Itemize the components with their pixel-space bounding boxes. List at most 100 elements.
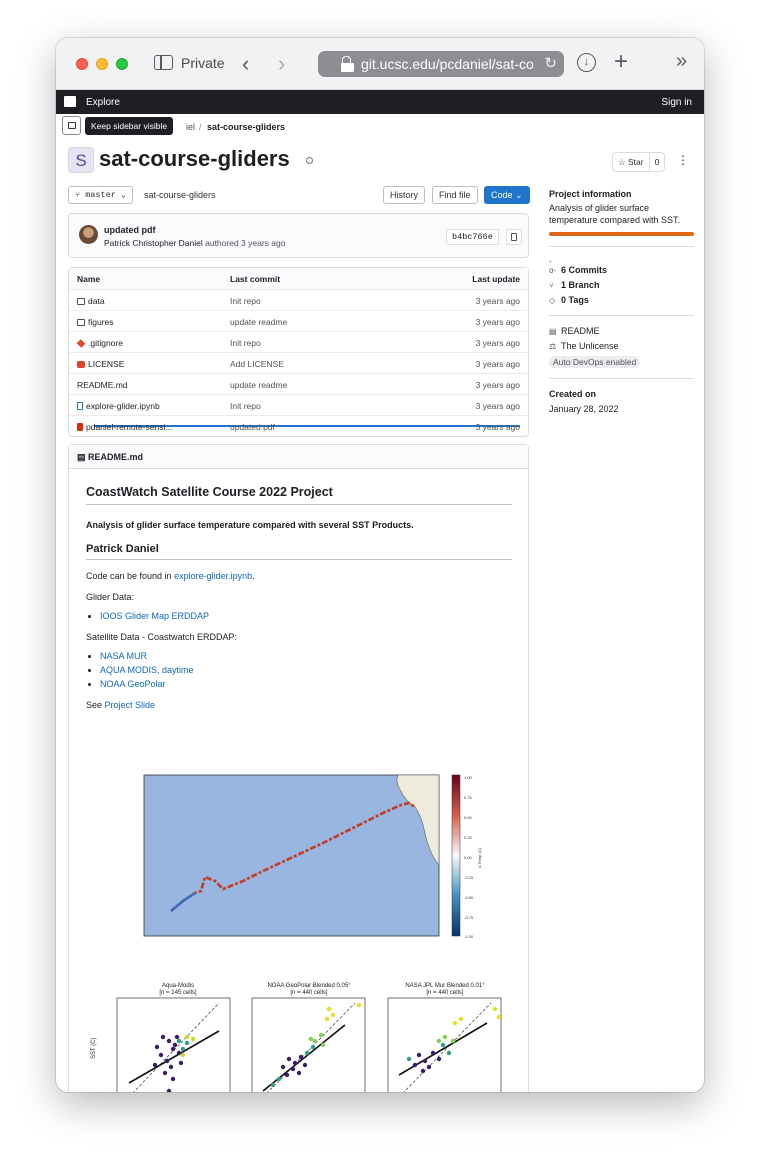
download-icon[interactable]: ↓: [577, 53, 596, 72]
table-row[interactable]: LICENSE Add LICENSE 3 years ago: [69, 352, 528, 373]
document-icon: ▤: [549, 327, 557, 336]
commit-message[interactable]: Add LICENSE: [230, 359, 284, 369]
readme-filename[interactable]: README.md: [88, 452, 143, 462]
file-name[interactable]: figures: [88, 317, 114, 327]
license-link[interactable]: ⚖ The Unlicense: [549, 341, 694, 351]
minimize-window-button[interactable]: [96, 58, 108, 70]
project-slide-link[interactable]: Project Slide: [105, 700, 156, 710]
table-row[interactable]: README.md update readme 3 years ago: [69, 373, 528, 427]
star-label[interactable]: ☆ Star: [613, 153, 649, 171]
updated-time: 3 years ago: [475, 317, 520, 327]
table-row[interactable]: data Init repo 3 years ago: [69, 289, 528, 310]
ocean-area: [143, 774, 440, 937]
plot-subtitle: [n = 440 cells]: [426, 990, 464, 996]
file-name[interactable]: explore-glider.ipynb: [86, 401, 160, 411]
commit-title[interactable]: updated pdf: [104, 225, 156, 235]
auto-devops-badge[interactable]: Auto DevOps enabled: [549, 356, 641, 368]
file-name[interactable]: .gitignore: [88, 338, 123, 348]
file-name[interactable]: README.md: [77, 380, 128, 390]
colorbar-tick: -0.25: [464, 875, 474, 880]
nasa-mur-link[interactable]: NASA MUR: [100, 651, 147, 661]
scale-icon: ⚖: [549, 342, 557, 351]
scatter-aqua-modis: Aqua-Modis [n = 145 cells] SST (C): [91, 983, 231, 1092]
branch-icon: ⑂: [549, 281, 554, 290]
address-bar[interactable]: git.ucsc.edu/pcdaniel/sat-co ↻: [318, 51, 564, 77]
star-count[interactable]: 0: [648, 153, 665, 171]
readme-title: CoastWatch Satellite Course 2022 Project: [86, 485, 512, 505]
commit-author[interactable]: Patrick Christopher Daniel: [104, 238, 203, 248]
readme-link[interactable]: ▤ README: [549, 326, 694, 336]
colorbar-tick: 0.00: [464, 855, 473, 860]
file-name[interactable]: data: [88, 296, 105, 306]
branches-link[interactable]: ⑂ 1 Branch: [549, 280, 694, 290]
table-row[interactable]: explore-glider.ipynb Init repo 3 years a…: [69, 394, 528, 415]
commits-link[interactable]: -o- 6 Commits: [549, 257, 694, 275]
tags-link[interactable]: ◇ 0 Tags: [549, 295, 694, 305]
commit-message[interactable]: Init repo: [230, 296, 261, 306]
globe-icon: [306, 157, 313, 164]
url-text[interactable]: git.ucsc.edu/pcdaniel/sat-co: [361, 56, 534, 72]
commit-message[interactable]: Init repo: [230, 338, 261, 348]
sidebar-icon: [68, 122, 76, 129]
commit-message[interactable]: update readme: [230, 317, 287, 327]
code-paragraph: Code can be found in explore-glider.ipyn…: [86, 571, 255, 581]
project-info-heading: Project information: [549, 189, 632, 199]
commit-sha[interactable]: b4bc766e: [446, 229, 499, 245]
commit-message[interactable]: update readme: [230, 380, 287, 390]
breadcrumb-separator: /: [199, 122, 202, 132]
back-arrow-icon[interactable]: ‹: [242, 51, 249, 77]
breadcrumb-user[interactable]: iel: [186, 122, 195, 132]
colorbar-tick: 0.25: [464, 835, 473, 840]
glider-map-link[interactable]: IOOS Glider Map ERDDAP: [100, 611, 209, 621]
updated-time: 3 years ago: [475, 380, 520, 390]
sidebar-toggle-button[interactable]: [62, 116, 81, 135]
updated-time: 3 years ago: [475, 422, 520, 432]
notebook-icon: [77, 402, 83, 410]
star-button[interactable]: ☆ Star 0: [612, 152, 666, 172]
list-item: NASA MUR: [100, 651, 512, 661]
breadcrumb-project[interactable]: sat-course-gliders: [207, 122, 285, 132]
plot-title: NASA JPL Mur Blended 0.01°: [405, 983, 485, 989]
more-actions-icon[interactable]: ⋮: [677, 153, 689, 167]
commit-message[interactable]: updated pdf: [230, 422, 275, 432]
language-bar[interactable]: [549, 232, 694, 236]
plot-subtitle: [n = 145 cells]: [159, 990, 197, 996]
branch-dropdown[interactable]: ⑂ master ⌄: [68, 186, 134, 204]
glider-heading: Glider Data:: [86, 592, 135, 602]
browser-sidebar-icon[interactable]: [154, 55, 173, 70]
folder-icon: [77, 319, 85, 326]
license-icon: [77, 361, 85, 368]
sign-in-link[interactable]: Sign in: [661, 97, 692, 108]
table-row[interactable]: figures update readme 3 years ago: [69, 310, 528, 331]
notebook-link[interactable]: explore-glider.ipynb: [174, 571, 252, 581]
updated-time: 3 years ago: [475, 401, 520, 411]
table-row[interactable]: .gitignore Init repo 3 years ago: [69, 331, 528, 352]
author-avatar[interactable]: [79, 225, 98, 244]
noaa-geopolar-link[interactable]: NOAA GeoPolar: [100, 679, 166, 689]
file-name[interactable]: pdaniel-remote-sensi...: [86, 422, 172, 432]
new-tab-icon[interactable]: +: [614, 48, 628, 76]
plot-title: Aqua-Modis: [162, 983, 194, 989]
history-button[interactable]: History: [383, 186, 426, 204]
table-row[interactable]: pdaniel-remote-sensi... updated pdf 3 ye…: [69, 415, 528, 436]
code-dropdown-button[interactable]: Code ⌄: [484, 186, 530, 204]
reload-icon[interactable]: ↻: [544, 54, 557, 72]
file-name[interactable]: LICENSE: [88, 359, 124, 369]
y-axis-label: SST (C): [91, 1037, 97, 1059]
close-window-button[interactable]: [76, 58, 88, 70]
repo-path-breadcrumb[interactable]: sat-course-gliders: [144, 190, 216, 200]
forward-arrow-icon[interactable]: ›: [278, 51, 285, 77]
divider: [549, 378, 694, 379]
gitlab-logo-icon[interactable]: [64, 96, 76, 107]
created-date: January 28, 2022: [549, 404, 619, 414]
page-title: sat-course-gliders: [99, 146, 290, 171]
column-commit-header: Last commit: [230, 274, 281, 284]
scatter-nasa-jpl-mur: NASA JPL Mur Blended 0.01° [n = 440 cell…: [387, 983, 502, 1092]
commit-message[interactable]: Init repo: [230, 401, 261, 411]
zoom-window-button[interactable]: [116, 58, 128, 70]
aqua-modis-link[interactable]: AQUA MODIS, daytime: [100, 665, 194, 675]
overflow-chevron-icon[interactable]: »: [676, 50, 687, 73]
copy-sha-button[interactable]: [506, 229, 522, 245]
find-file-button[interactable]: Find file: [432, 186, 478, 204]
explore-link[interactable]: Explore: [86, 97, 120, 108]
